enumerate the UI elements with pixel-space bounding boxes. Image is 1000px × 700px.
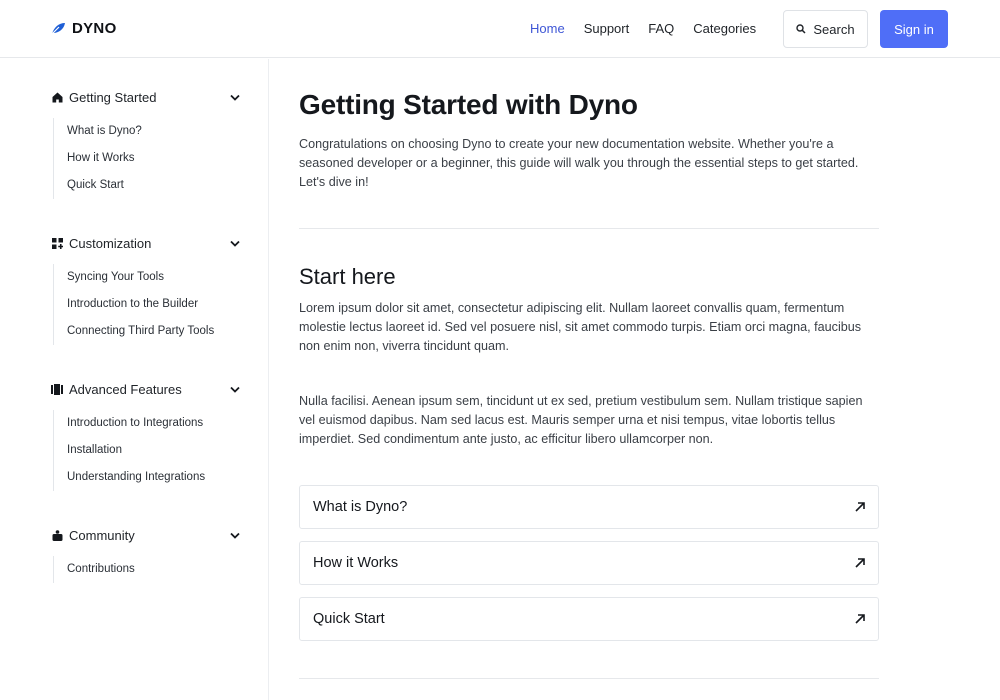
nav-home-link[interactable]: Home bbox=[530, 21, 565, 36]
sidebar-subitems: Syncing Your Tools Introduction to the B… bbox=[53, 264, 241, 345]
nav-support-link[interactable]: Support bbox=[584, 21, 630, 36]
sidebar-section-header[interactable]: Customization bbox=[51, 233, 241, 253]
sidebar-section-getting-started: Getting Started What is Dyno? How it Wor… bbox=[51, 87, 241, 199]
sidebar-item-syncing-tools[interactable]: Syncing Your Tools bbox=[67, 264, 241, 291]
link-card-what-is-dyno[interactable]: What is Dyno? bbox=[299, 485, 879, 529]
primary-nav: Home Support FAQ Categories bbox=[530, 21, 756, 36]
body-paragraph: Lorem ipsum dolor sit amet, consectetur … bbox=[299, 301, 862, 353]
home-icon bbox=[51, 91, 63, 103]
chevron-down-icon[interactable] bbox=[229, 91, 241, 103]
arrow-up-right-icon bbox=[854, 557, 866, 569]
body-paragraph: Nulla facilisi. Aenean ipsum sem, tincid… bbox=[299, 394, 863, 446]
grid-plus-icon bbox=[51, 237, 63, 249]
chevron-down-icon[interactable] bbox=[229, 529, 241, 541]
sidebar-item-what-is-dyno[interactable]: What is Dyno? bbox=[67, 118, 241, 145]
sidebar-section-header[interactable]: Community bbox=[51, 525, 241, 545]
sidebar-item-contributions[interactable]: Contributions bbox=[67, 556, 241, 583]
sidebar-item-quick-start[interactable]: Quick Start bbox=[67, 172, 241, 199]
sidebar-section-advanced-features: Advanced Features Introduction to Integr… bbox=[51, 379, 241, 491]
card-label: What is Dyno? bbox=[313, 499, 408, 515]
link-card-quick-start[interactable]: Quick Start bbox=[299, 597, 879, 641]
chevron-down-icon[interactable] bbox=[229, 237, 241, 249]
sidebar-section-title: Customization bbox=[69, 235, 152, 251]
sidebar-section-customization: Customization Syncing Your Tools Introdu… bbox=[51, 233, 241, 345]
sidebar-item-intro-builder[interactable]: Introduction to the Builder bbox=[67, 291, 241, 318]
sidebar-subitems: What is Dyno? How it Works Quick Start bbox=[53, 118, 241, 199]
arrow-up-right-icon bbox=[854, 501, 866, 513]
sidebar-section-header[interactable]: Advanced Features bbox=[51, 379, 241, 399]
page-title: Getting Started with Dyno bbox=[299, 89, 638, 120]
top-header: DYNO Home Support FAQ Categories Search … bbox=[0, 0, 1000, 58]
sidebar-item-third-party-tools[interactable]: Connecting Third Party Tools bbox=[67, 318, 241, 345]
chevron-down-icon[interactable] bbox=[229, 383, 241, 395]
sidebar-item-intro-integrations[interactable]: Introduction to Integrations bbox=[67, 410, 241, 437]
section-title: Start here bbox=[299, 264, 396, 289]
sidebar-item-understanding-integrations[interactable]: Understanding Integrations bbox=[67, 464, 241, 491]
community-icon bbox=[51, 529, 63, 541]
book-icon bbox=[51, 383, 63, 395]
card-label: Quick Start bbox=[313, 611, 385, 627]
sidebar-subitems: Contributions bbox=[53, 556, 241, 583]
search-button[interactable]: Search bbox=[783, 10, 868, 48]
sidebar-section-title: Community bbox=[69, 527, 135, 543]
card-label: How it Works bbox=[313, 555, 399, 571]
section-divider bbox=[299, 678, 879, 679]
sidebar-section-title: Advanced Features bbox=[69, 381, 182, 397]
sign-in-button[interactable]: Sign in bbox=[880, 10, 948, 48]
brand-name: DYNO bbox=[72, 20, 117, 37]
sidebar-item-installation[interactable]: Installation bbox=[67, 437, 241, 464]
arrow-up-right-icon bbox=[854, 613, 866, 625]
nav-categories-link[interactable]: Categories bbox=[693, 21, 756, 36]
docs-sidebar: Getting Started What is Dyno? How it Wor… bbox=[0, 59, 269, 700]
nav-faq-link[interactable]: FAQ bbox=[648, 21, 674, 36]
sidebar-section-header[interactable]: Getting Started bbox=[51, 87, 241, 107]
search-icon bbox=[796, 22, 806, 37]
sidebar-item-how-it-works[interactable]: How it Works bbox=[67, 145, 241, 172]
sidebar-section-title: Getting Started bbox=[69, 89, 157, 105]
brand-logo[interactable]: DYNO bbox=[51, 20, 117, 37]
intro-paragraph: Congratulations on choosing Dyno to crea… bbox=[299, 137, 859, 189]
section-divider bbox=[299, 228, 879, 229]
search-label: Search bbox=[813, 21, 855, 37]
leaf-logo-icon bbox=[51, 22, 66, 35]
sidebar-subitems: Introduction to Integrations Installatio… bbox=[53, 410, 241, 491]
link-card-how-it-works[interactable]: How it Works bbox=[299, 541, 879, 585]
sidebar-section-community: Community Contributions bbox=[51, 525, 241, 583]
